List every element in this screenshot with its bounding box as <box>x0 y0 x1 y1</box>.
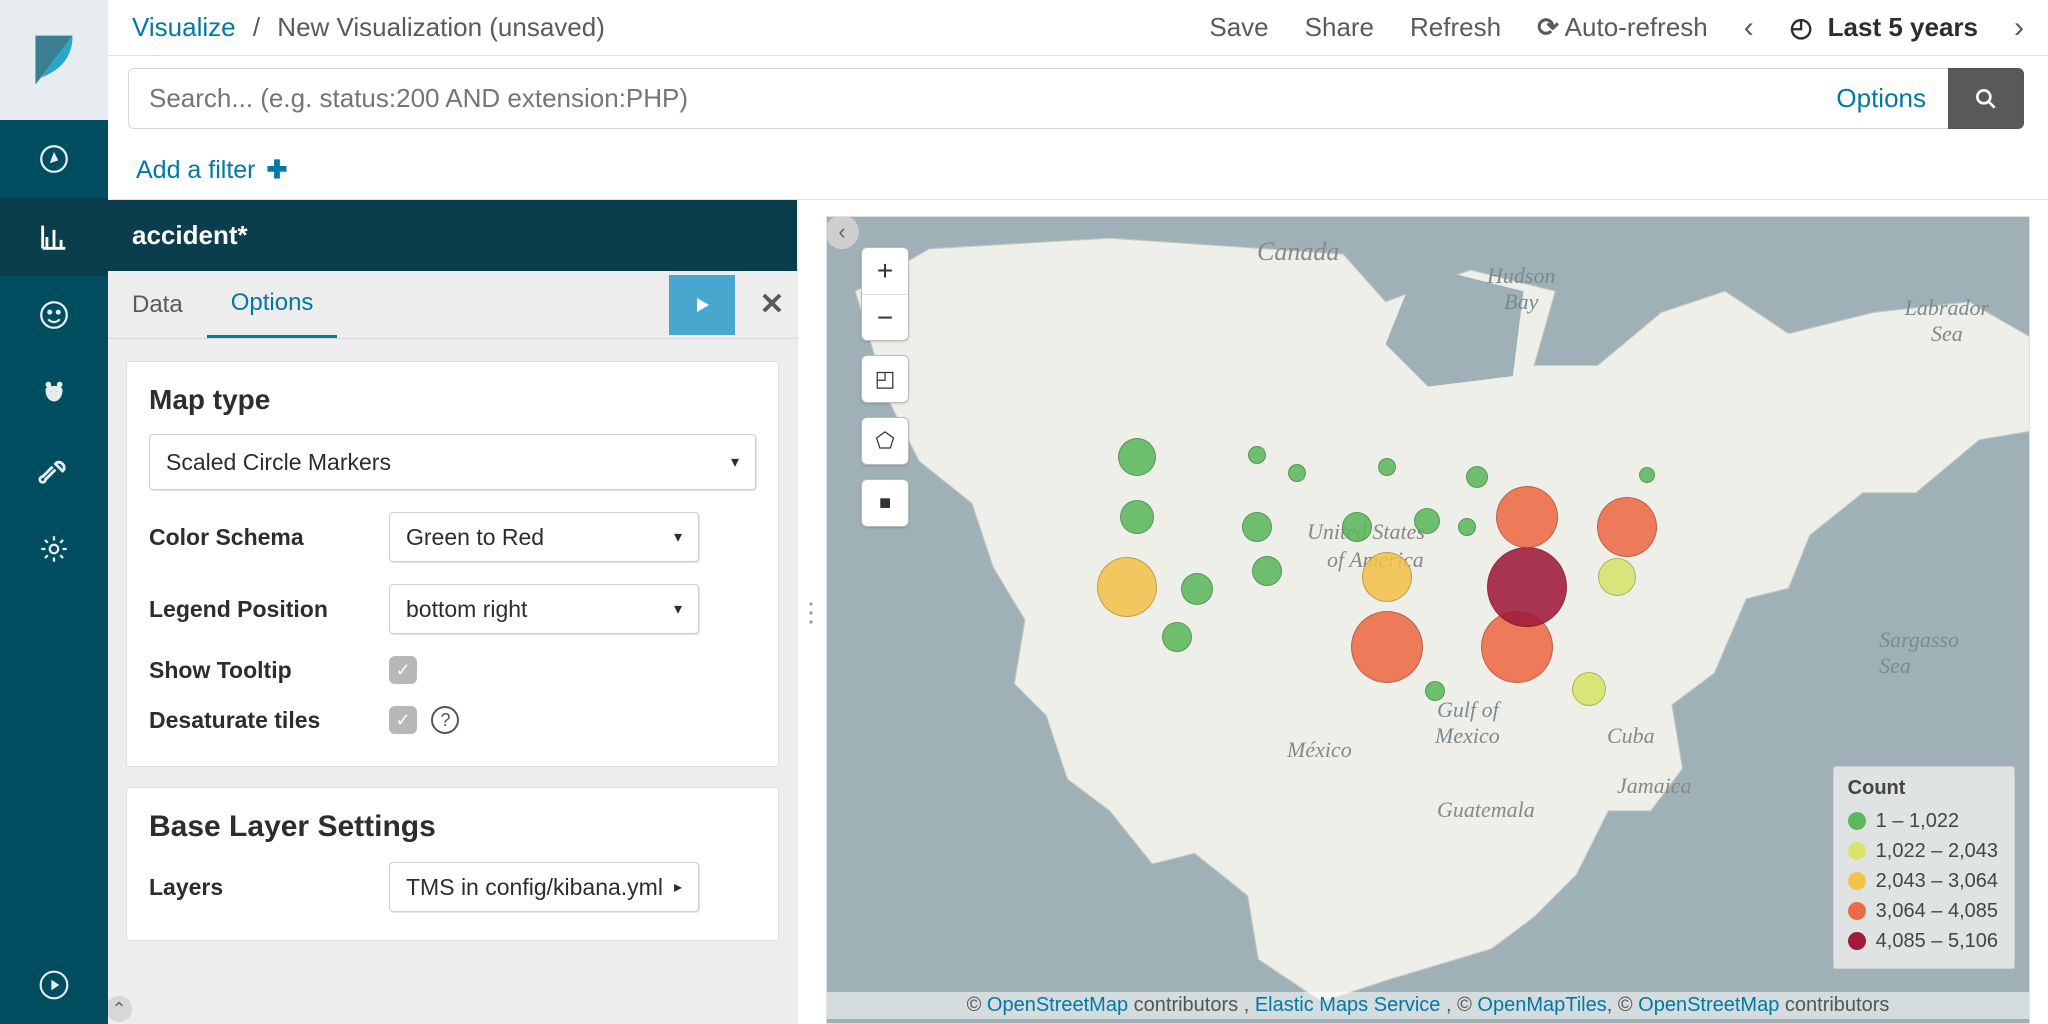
breadcrumb-sep: / <box>253 12 260 42</box>
clock-icon: ◴ <box>1790 12 1813 42</box>
desaturate-checkbox[interactable]: ✓ <box>389 706 417 734</box>
map-controls: + − ◰ ⬠ ■ <box>861 247 909 527</box>
color-schema-label: Color Schema <box>149 524 389 551</box>
layers-label: Layers <box>149 874 389 901</box>
legend-title: Count <box>1848 777 1998 800</box>
data-point[interactable] <box>1487 547 1567 627</box>
data-point[interactable] <box>1458 518 1476 536</box>
legend-position-select[interactable]: bottom right▾ <box>389 584 699 634</box>
data-point[interactable] <box>1252 556 1282 586</box>
legend-range: 2,043 – 3,064 <box>1876 866 1998 896</box>
map-canvas[interactable]: ‹ + − ◰ ⬠ ■ Canada Hudson Bay Labrador S… <box>826 216 2030 1024</box>
attrib-link[interactable]: Elastic Maps Service <box>1255 994 1441 1016</box>
search-row: Options <box>108 56 2048 141</box>
map-attribution: © OpenStreetMap contributors , Elastic M… <box>827 992 2029 1019</box>
data-point[interactable] <box>1162 622 1192 652</box>
breadcrumb-root[interactable]: Visualize <box>132 12 236 42</box>
attrib-link[interactable]: OpenMapTiles <box>1477 994 1606 1016</box>
caret-icon: ▾ <box>674 599 682 619</box>
map-type-heading: Map type <box>149 384 756 416</box>
search-submit[interactable] <box>1948 68 2024 129</box>
attrib-link[interactable]: OpenStreetMap <box>1638 994 1779 1016</box>
data-point[interactable] <box>1466 466 1488 488</box>
time-range[interactable]: ◴ Last 5 years <box>1790 12 1978 43</box>
data-point[interactable] <box>1120 500 1154 534</box>
tab-data[interactable]: Data <box>108 273 207 337</box>
legend-range: 1,022 – 2,043 <box>1876 836 1998 866</box>
data-point[interactable] <box>1242 512 1272 542</box>
data-point[interactable] <box>1097 557 1157 617</box>
show-tooltip-checkbox[interactable]: ✓ <box>389 656 417 684</box>
legend-range: 4,085 – 5,106 <box>1876 926 1998 956</box>
data-point[interactable] <box>1181 573 1213 605</box>
data-point[interactable] <box>1342 512 1372 542</box>
index-pattern[interactable]: accident* <box>108 200 797 271</box>
data-point[interactable] <box>1288 464 1306 482</box>
search-options[interactable]: Options <box>1814 68 1948 129</box>
nav-management[interactable] <box>0 510 108 588</box>
data-point[interactable] <box>1118 438 1156 476</box>
data-point[interactable] <box>1378 458 1396 476</box>
nav-timelion[interactable] <box>0 354 108 432</box>
legend-position-label: Legend Position <box>149 596 389 623</box>
fit-bounds-button[interactable]: ◰ <box>862 356 908 402</box>
map-type-select[interactable]: Scaled Circle Markers▾ <box>149 434 756 490</box>
nav-dashboard[interactable] <box>0 276 108 354</box>
nav-visualize[interactable] <box>0 198 108 276</box>
draw-rectangle-button[interactable]: ■ <box>862 480 908 526</box>
search-input[interactable] <box>128 68 1814 129</box>
kibana-logo[interactable] <box>0 0 108 120</box>
breadcrumb-current: New Visualization (unsaved) <box>277 12 605 42</box>
data-point[interactable] <box>1248 446 1266 464</box>
data-point[interactable] <box>1362 552 1412 602</box>
top-bar: Visualize / New Visualization (unsaved) … <box>108 0 2048 56</box>
add-filter[interactable]: Add a filter ✚ <box>136 156 287 184</box>
map-area: ‹ + − ◰ ⬠ ■ Canada Hudson Bay Labrador S… <box>826 200 2048 1024</box>
autorefresh-button[interactable]: ⟳ Auto-refresh <box>1537 12 1708 43</box>
desaturate-label: Desaturate tiles <box>149 707 389 734</box>
plus-icon: ✚ <box>260 156 288 184</box>
discard-changes-button[interactable]: ✕ <box>747 287 797 322</box>
config-panel: accident* Data Options ✕ Map type Scaled <box>108 200 798 1024</box>
caret-icon: ▸ <box>674 877 682 897</box>
time-prev[interactable]: ‹ <box>1744 11 1754 45</box>
data-point[interactable] <box>1598 558 1636 596</box>
legend-range: 3,064 – 4,085 <box>1876 896 1998 926</box>
show-tooltip-label: Show Tooltip <box>149 657 389 684</box>
caret-icon: ▾ <box>674 527 682 547</box>
app-nav-rail <box>0 0 108 1024</box>
zoom-in-button[interactable]: + <box>862 248 908 294</box>
zoom-out-button[interactable]: − <box>862 294 908 340</box>
nav-devtools[interactable] <box>0 432 108 510</box>
data-point[interactable] <box>1496 486 1558 548</box>
help-icon[interactable]: ? <box>431 706 459 734</box>
map-legend: Count 1 – 1,022 1,022 – 2,043 2,043 – 3,… <box>1833 766 2015 969</box>
layers-select[interactable]: TMS in config/kibana.yml▸ <box>389 862 699 912</box>
nav-discover[interactable] <box>0 120 108 198</box>
apply-changes-button[interactable] <box>669 275 735 335</box>
data-point[interactable] <box>1597 497 1657 557</box>
tab-options[interactable]: Options <box>207 271 338 338</box>
draw-polygon-button[interactable]: ⬠ <box>862 418 908 464</box>
data-point[interactable] <box>1414 508 1440 534</box>
data-point[interactable] <box>1639 467 1655 483</box>
data-point[interactable] <box>1572 672 1606 706</box>
data-point[interactable] <box>1425 681 1445 701</box>
refresh-icon: ⟳ <box>1537 12 1559 42</box>
caret-icon: ▾ <box>731 452 739 472</box>
save-button[interactable]: Save <box>1209 12 1268 43</box>
attrib-link[interactable]: OpenStreetMap <box>987 994 1128 1016</box>
filter-bar: Add a filter ✚ <box>108 141 2048 200</box>
panel-expand-icon[interactable]: ⌃ <box>108 996 132 1022</box>
data-point[interactable] <box>1351 611 1423 683</box>
panel-resize-handle[interactable]: ⋮ <box>798 200 826 1024</box>
nav-collapse[interactable] <box>0 946 108 1024</box>
legend-range: 1 – 1,022 <box>1876 806 1959 836</box>
refresh-button[interactable]: Refresh <box>1410 12 1501 43</box>
base-layer-heading: Base Layer Settings <box>149 810 756 844</box>
share-button[interactable]: Share <box>1305 12 1374 43</box>
color-schema-select[interactable]: Green to Red▾ <box>389 512 699 562</box>
time-next[interactable]: › <box>2014 11 2024 45</box>
